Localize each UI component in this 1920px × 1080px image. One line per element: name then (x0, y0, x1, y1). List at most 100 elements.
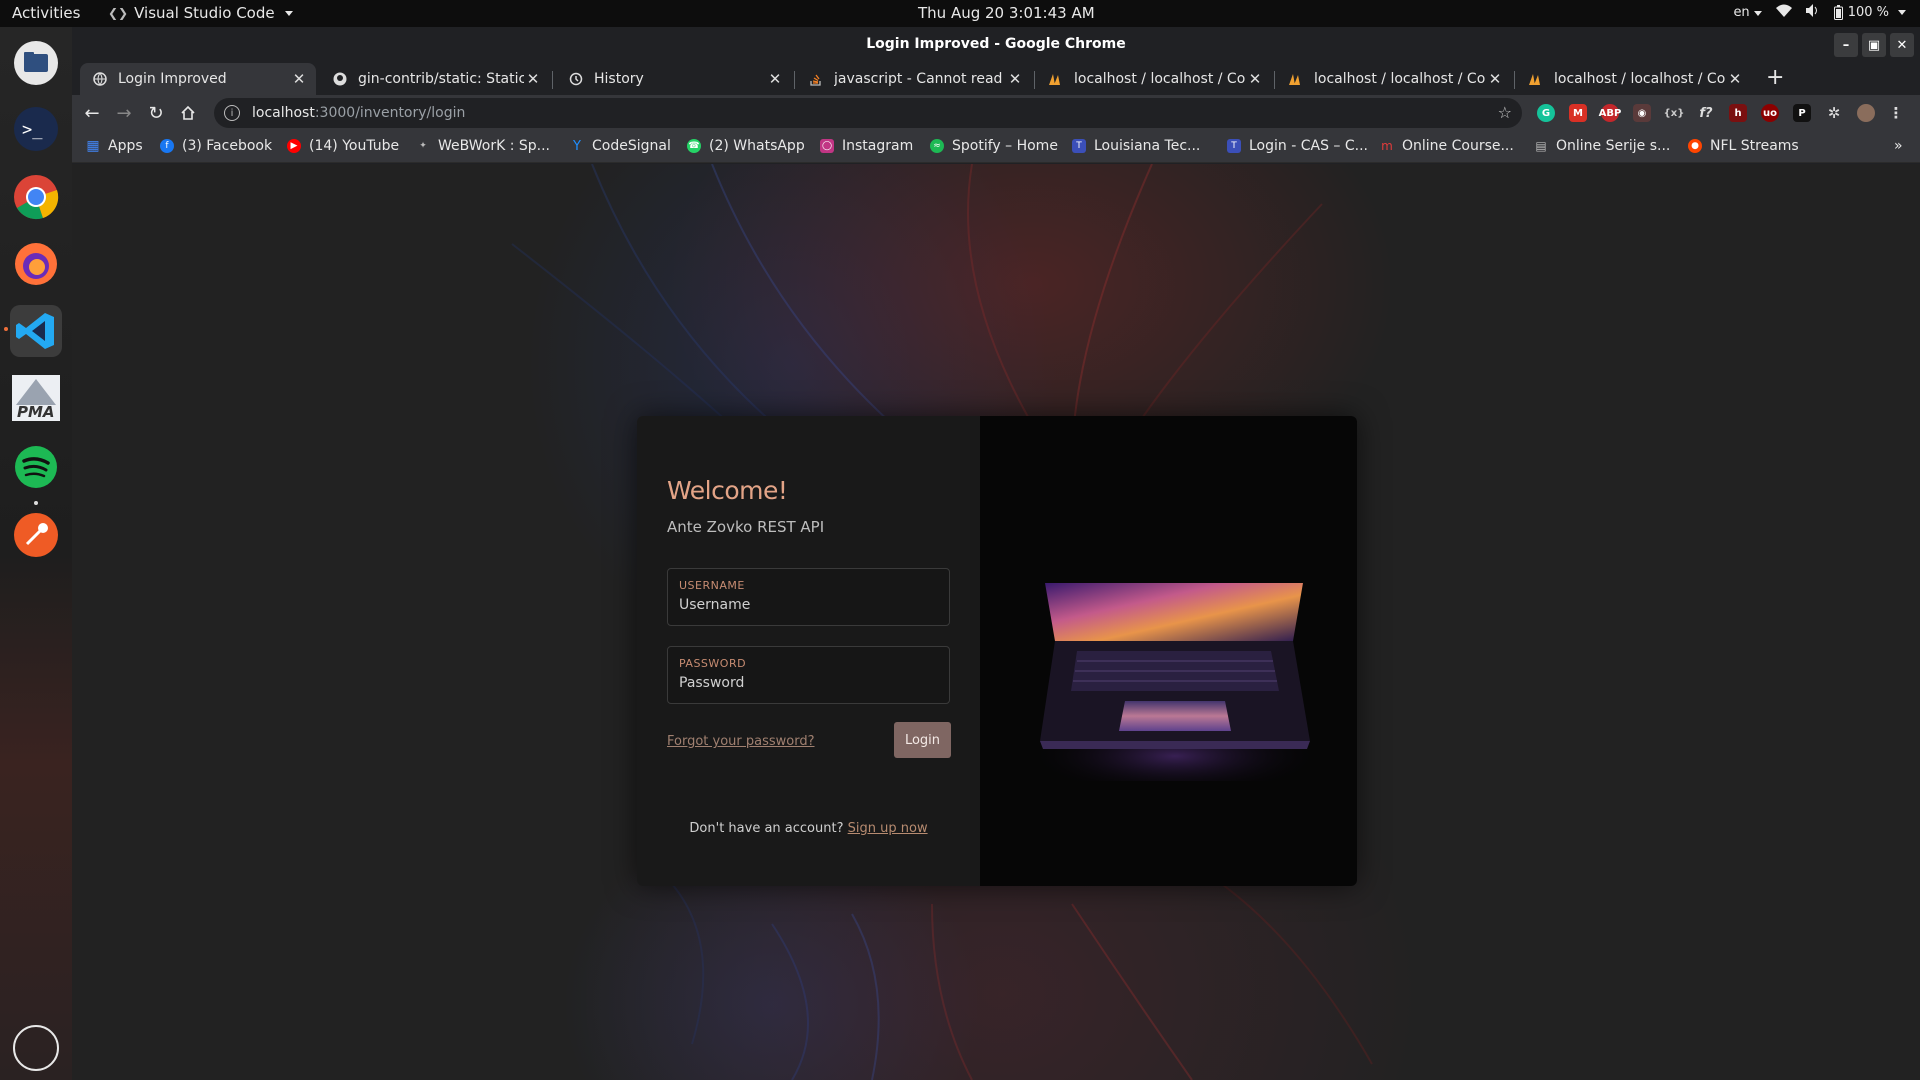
bookmark-codesignal[interactable]: Y CodeSignal (570, 138, 671, 154)
bookmark-whatsapp[interactable]: ☎ (2) WhatsApp (687, 138, 805, 154)
bookmark-facebook[interactable]: f (3) Facebook (160, 138, 272, 154)
site-info-icon[interactable]: i (224, 105, 240, 121)
ublock-origin-icon[interactable]: uo (1761, 104, 1779, 122)
extensions-puzzle-icon[interactable]: ✲ (1825, 104, 1843, 122)
tab-title: gin-contrib/static: Static m (358, 71, 524, 87)
bookmark-login-cas[interactable]: T Login - CAS – C... (1227, 138, 1368, 154)
tab-history[interactable]: History ✕ (556, 63, 792, 95)
tab-close-icon[interactable]: ✕ (524, 70, 542, 88)
username-label: USERNAME (679, 579, 745, 592)
extension-red-icon[interactable]: M (1569, 104, 1587, 122)
bookmark-nfl-streams[interactable]: ● NFL Streams (1688, 138, 1799, 154)
new-tab-button[interactable]: + (1766, 65, 1784, 90)
bookmarks-bar: ▦ Apps f (3) Facebook ▶ (14) YouTube ✦ WeBWo… (72, 131, 1920, 163)
tab-gin-contrib[interactable]: gin-contrib/static: Static m ✕ (320, 63, 550, 95)
wifi-icon (1775, 4, 1792, 21)
browser-toolbar: ← → ↻ i localhost:3000/inventory/login ☆… (72, 95, 1920, 131)
bookmark-star-icon[interactable]: ☆ (1498, 103, 1512, 122)
dock-postman[interactable] (10, 509, 62, 561)
reddit-icon: ● (1688, 139, 1702, 153)
reload-icon[interactable]: ↻ (144, 101, 168, 125)
dock-spotify[interactable] (10, 441, 62, 505)
postman-icon (14, 513, 58, 557)
address-bar[interactable]: i localhost:3000/inventory/login ☆ (214, 98, 1522, 128)
close-window-button[interactable]: ✕ (1890, 33, 1914, 57)
louisiana-tech-icon: T (1072, 139, 1086, 153)
tab-stackoverflow[interactable]: javascript - Cannot read p ✕ (796, 63, 1032, 95)
dock-show-apps[interactable] (10, 1022, 62, 1074)
dock-firefox[interactable] (10, 238, 62, 290)
tab-close-icon[interactable]: ✕ (766, 70, 784, 88)
apps-grid-icon: ▦ (86, 138, 100, 154)
tab-close-icon[interactable]: ✕ (290, 70, 308, 88)
forward-arrow-icon[interactable]: → (112, 101, 136, 125)
grammarly-icon[interactable]: G (1537, 104, 1555, 122)
system-tray[interactable]: en 100 % (1733, 4, 1906, 21)
bookmark-apps[interactable]: ▦ Apps (86, 138, 142, 154)
dock-vscode[interactable] (4, 305, 62, 357)
spotify-icon (15, 446, 57, 488)
tab-phpmyadmin-1[interactable]: localhost / localhost / Cor ✕ (1036, 63, 1272, 95)
bookmark-louisiana-tech[interactable]: T Louisiana Tec... (1072, 138, 1200, 154)
back-arrow-icon[interactable]: ← (80, 101, 104, 125)
extension-h-icon[interactable]: h (1729, 104, 1747, 122)
profile-avatar[interactable] (1857, 104, 1875, 122)
minimize-button[interactable]: – (1834, 33, 1858, 57)
dock-terminal[interactable]: >_ (10, 103, 62, 155)
screen-recorder-icon[interactable]: ◉ (1633, 104, 1651, 122)
password-field[interactable]: PASSWORD (667, 646, 950, 704)
battery-indicator[interactable]: 100 % (1833, 5, 1906, 20)
bookmark-spotify[interactable]: ≈ Spotify – Home (930, 138, 1058, 154)
url-text[interactable]: localhost:3000/inventory/login (252, 105, 465, 121)
moodle-icon: m (1381, 139, 1393, 153)
dock-chrome[interactable] (10, 171, 62, 223)
window-title: Login Improved - Google Chrome (866, 36, 1126, 52)
cas-icon: T (1227, 139, 1241, 153)
bookmark-online-serije[interactable]: ▤ Online Serije s... (1534, 138, 1670, 154)
browser-window: Login Improved - Google Chrome – ▣ ✕ Log… (72, 27, 1920, 1080)
signup-row: Don't have an account? Sign up now (637, 821, 980, 836)
dock-phpmyadmin[interactable]: PMA (10, 372, 62, 424)
password-input[interactable] (679, 675, 934, 691)
github-icon (332, 71, 348, 87)
language-indicator[interactable]: en (1733, 5, 1762, 20)
extension-p-icon[interactable]: P (1793, 104, 1811, 122)
password-label: PASSWORD (679, 657, 747, 670)
tab-title: localhost / localhost / Cor (1074, 71, 1246, 87)
chevron-down-icon (1753, 11, 1762, 16)
bookmark-webwork[interactable]: ✦ WeBWorK : Sp... (416, 138, 550, 154)
tab-title: Login Improved (118, 71, 227, 87)
tab-phpmyadmin-3[interactable]: localhost / localhost / Cor ✕ (1516, 63, 1752, 95)
tab-close-icon[interactable]: ✕ (1006, 70, 1024, 88)
login-button[interactable]: Login (894, 722, 951, 758)
username-input[interactable] (679, 597, 934, 613)
tab-close-icon[interactable]: ✕ (1246, 70, 1264, 88)
tab-close-icon[interactable]: ✕ (1486, 70, 1504, 88)
tab-close-icon[interactable]: ✕ (1726, 70, 1744, 88)
clock[interactable]: Thu Aug 20 3:01:43 AM (918, 4, 1095, 22)
json-viewer-icon[interactable]: {x} (1664, 104, 1685, 122)
bookmark-online-course[interactable]: m Online Course... (1380, 138, 1514, 154)
bookmarks-overflow-icon[interactable]: » (1894, 138, 1903, 154)
tab-title: localhost / localhost / Cor (1314, 71, 1486, 87)
tv-icon: ▤ (1535, 139, 1547, 153)
font-finder-icon[interactable]: f? (1697, 104, 1715, 122)
forgot-password-link[interactable]: Forgot your password? (667, 734, 815, 749)
window-titlebar[interactable]: Login Improved - Google Chrome – ▣ ✕ (72, 27, 1920, 63)
tab-separator (1034, 71, 1035, 89)
bookmark-instagram[interactable]: ◯ Instagram (820, 138, 913, 154)
app-menu-label: Visual Studio Code (134, 4, 275, 22)
instagram-icon: ◯ (820, 139, 834, 153)
activities-button[interactable]: Activities (12, 4, 80, 22)
tab-phpmyadmin-2[interactable]: localhost / localhost / Cor ✕ (1276, 63, 1512, 95)
bookmark-youtube[interactable]: ▶ (14) YouTube (287, 138, 399, 154)
sign-up-link[interactable]: Sign up now (848, 821, 928, 836)
dock-files[interactable] (10, 37, 62, 89)
maximize-button[interactable]: ▣ (1862, 33, 1886, 57)
tab-login-improved[interactable]: Login Improved ✕ (80, 63, 316, 95)
username-field[interactable]: USERNAME (667, 568, 950, 626)
chrome-menu-icon[interactable]: ⋮ (1887, 104, 1905, 122)
adblock-plus-icon[interactable]: ABP (1599, 104, 1621, 122)
home-icon[interactable] (176, 101, 200, 125)
app-menu[interactable]: ❮❯ Visual Studio Code (108, 4, 293, 22)
